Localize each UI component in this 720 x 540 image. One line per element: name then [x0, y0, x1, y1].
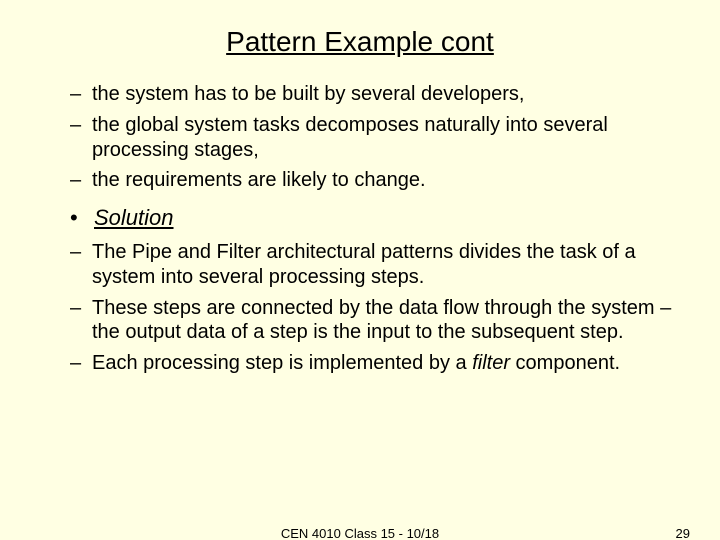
text: component. [510, 352, 620, 374]
list-item: These steps are connected by the data fl… [70, 296, 680, 346]
text: These steps are connected by the data fl… [92, 297, 671, 344]
page-number: 29 [676, 526, 690, 540]
solution-header-list: Solution [40, 205, 680, 232]
solution-header: Solution [70, 205, 680, 232]
footer-center: CEN 4010 Class 15 - 10/18 [0, 526, 720, 540]
list-item: Each processing step is implemented by a… [70, 351, 680, 376]
list-item: the system has to be built by several de… [70, 82, 680, 107]
list-item: The Pipe and Filter architectural patter… [70, 240, 680, 290]
list-item: the requirements are likely to change. [70, 168, 680, 193]
text: Each processing step is implemented by a [92, 352, 472, 374]
context-list: the system has to be built by several de… [40, 82, 680, 193]
solution-list: The Pipe and Filter architectural patter… [40, 240, 680, 376]
list-item: the global system tasks decomposes natur… [70, 113, 680, 163]
slide: Pattern Example cont the system has to b… [0, 0, 720, 540]
text: The Pipe and Filter architectural patter… [92, 241, 636, 288]
solution-label: Solution [94, 205, 174, 230]
slide-title: Pattern Example cont [40, 26, 680, 58]
italic-text: filter [472, 352, 510, 374]
